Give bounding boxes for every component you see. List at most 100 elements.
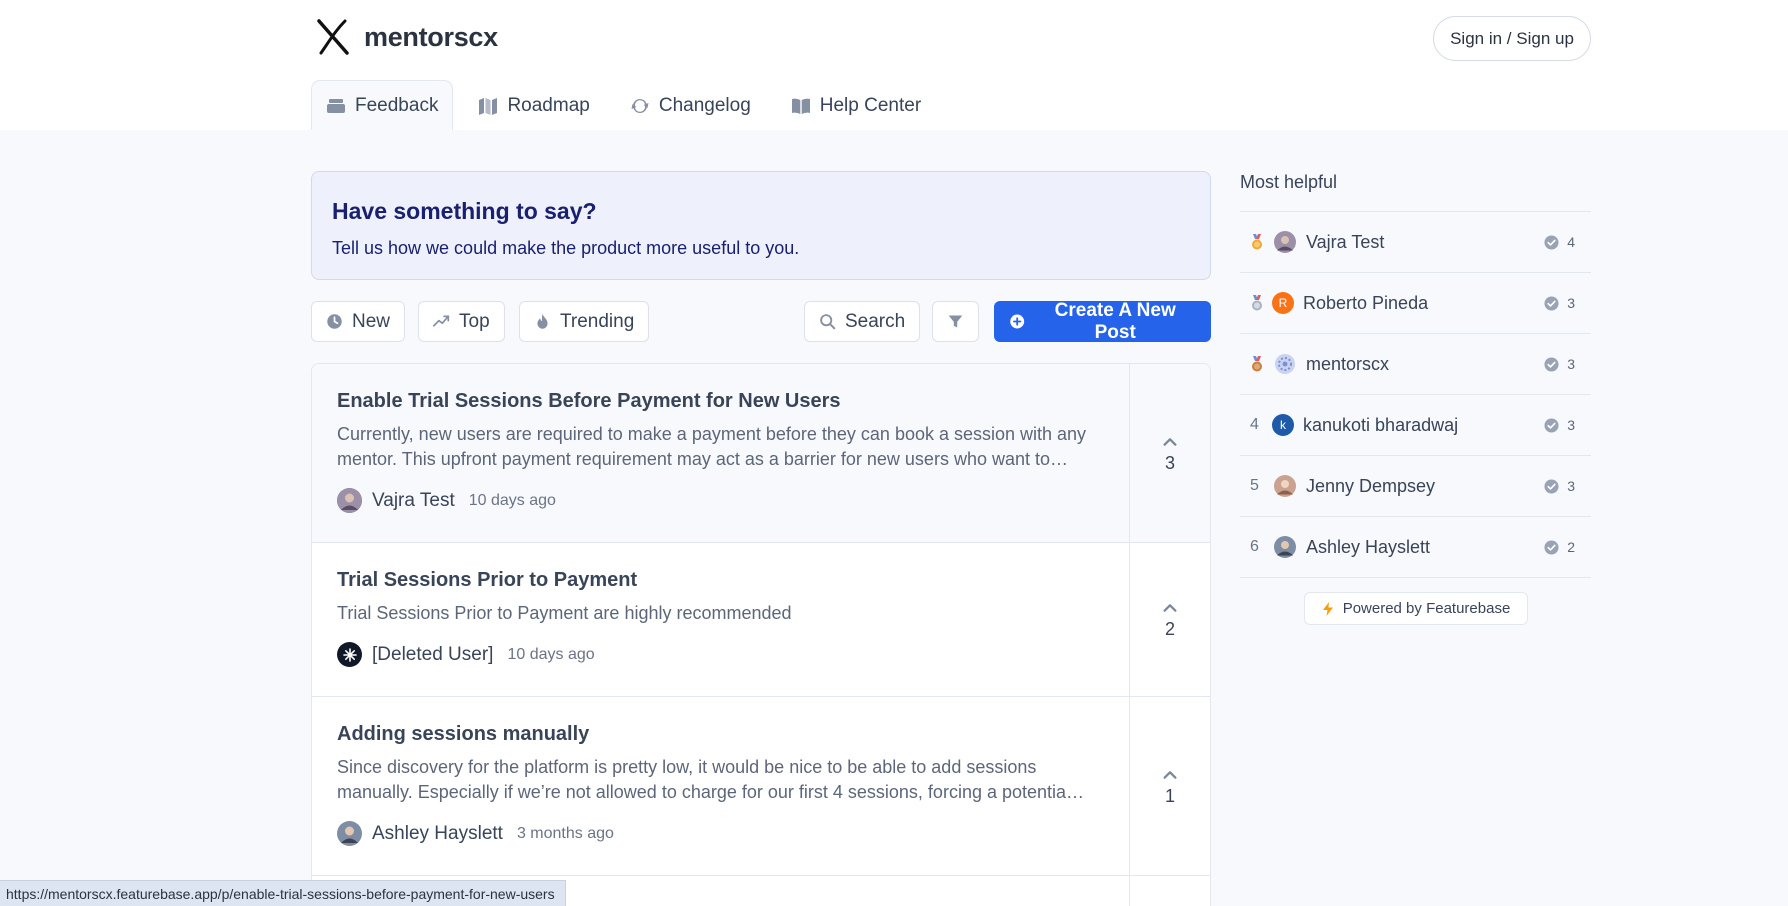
- silver-medal-icon: [1250, 295, 1272, 311]
- tab-help-center[interactable]: Help Center: [776, 80, 936, 130]
- vote-count: 2: [1164, 619, 1175, 639]
- sign-in-button[interactable]: Sign in / Sign up: [1433, 16, 1591, 61]
- post-item[interactable]: Trial Sessions Prior to Payment Trial Se…: [312, 543, 1210, 697]
- search-icon: [820, 314, 836, 330]
- avatar: [1272, 474, 1297, 499]
- post-item[interactable]: Enable Trial Sessions Before Payment for…: [312, 364, 1210, 543]
- score-value: 3: [1567, 417, 1575, 433]
- rank-number: 4: [1250, 416, 1259, 433]
- leader-name: kanukoti bharadwaj: [1303, 414, 1459, 435]
- sort-top-label: Top: [459, 310, 490, 332]
- leaderboard-list: Vajra Test 4 R Roberto Pineda 3 mentorsc…: [1240, 211, 1591, 578]
- leaderboard-item[interactable]: 4 k kanukoti bharadwaj 3: [1240, 395, 1591, 456]
- sort-trending-label: Trending: [560, 310, 635, 332]
- tab-changelog[interactable]: Changelog: [615, 80, 766, 130]
- sort-new-button[interactable]: New: [311, 301, 406, 342]
- leaderboard-item[interactable]: 5 Jenny Dempsey 3: [1240, 456, 1591, 517]
- powered-by-link[interactable]: Powered by Featurebase: [1303, 592, 1528, 625]
- avatar: [337, 821, 362, 846]
- post-description: Trial Sessions Prior to Payment are high…: [337, 603, 792, 623]
- plus-circle-icon: [1010, 314, 1025, 329]
- changelog-icon: [631, 98, 649, 113]
- post-author[interactable]: [Deleted User]: [372, 644, 493, 666]
- leader-name: Vajra Test: [1306, 231, 1385, 252]
- create-post-button[interactable]: Create A New Post: [994, 299, 1211, 343]
- leader-score: 2: [1544, 539, 1575, 555]
- avatar-initial: R: [1278, 296, 1288, 310]
- leaderboard-item[interactable]: Vajra Test 4: [1240, 212, 1591, 273]
- post-description: Currently, new users are required to mak…: [337, 424, 1087, 469]
- site-header: mentorscx Sign in / Sign up Feedback Roa…: [0, 0, 1788, 130]
- feedback-prompt-card: Have something to say? Tell us how we co…: [311, 171, 1211, 280]
- filter-icon: [948, 315, 963, 328]
- post-meta: Ashley Hayslett 3 months ago: [337, 821, 1112, 846]
- brand[interactable]: mentorscx: [314, 18, 498, 56]
- tab-feedback[interactable]: Feedback: [311, 80, 454, 130]
- vote-count: 3: [1164, 452, 1175, 473]
- deleted-user-avatar: [337, 642, 362, 667]
- upvote-button[interactable]: 1: [1129, 697, 1210, 875]
- avatar-initial: k: [1280, 418, 1286, 432]
- upvote-button[interactable]: 3: [1129, 364, 1210, 542]
- post-item[interactable]: Adding sessions manually Since discovery…: [312, 697, 1210, 876]
- prompt-subtitle: Tell us how we could make the product mo…: [332, 238, 800, 258]
- post-title[interactable]: Trial Sessions Prior to Payment: [337, 569, 1112, 592]
- avatar: [1272, 230, 1297, 255]
- chevron-up-icon: [1163, 604, 1177, 612]
- post-list: Enable Trial Sessions Before Payment for…: [311, 363, 1211, 906]
- leader-name: mentorscx: [1306, 353, 1390, 374]
- post-title[interactable]: Adding sessions manually: [337, 723, 1112, 746]
- upvote-column: [1129, 876, 1210, 906]
- post-author[interactable]: Ashley Hayslett: [372, 823, 503, 845]
- help-book-icon: [791, 98, 810, 114]
- post-time: 10 days ago: [507, 645, 595, 663]
- avatar: [1272, 352, 1297, 377]
- score-value: 3: [1567, 356, 1575, 372]
- leaderboard-item[interactable]: R Roberto Pineda 3: [1240, 273, 1591, 334]
- post-meta: [Deleted User] 10 days ago: [337, 642, 1112, 667]
- post-author[interactable]: Vajra Test: [372, 490, 455, 512]
- avatar: [1272, 535, 1297, 560]
- feedback-icon: [327, 98, 345, 113]
- leaderboard-sidebar: Most helpful Vajra Test 4 R Roberto Pine…: [1240, 172, 1591, 625]
- tab-roadmap[interactable]: Roadmap: [463, 80, 604, 130]
- check-badge-icon: [1544, 539, 1559, 555]
- upvote-button[interactable]: 2: [1129, 543, 1210, 696]
- filter-button[interactable]: [932, 301, 979, 342]
- sort-top-button[interactable]: Top: [418, 301, 505, 342]
- avatar: [337, 488, 362, 513]
- chevron-up-icon: [1163, 770, 1177, 779]
- post-time: 10 days ago: [468, 491, 556, 509]
- lightning-icon: [1322, 601, 1333, 616]
- leader-score: 3: [1544, 295, 1575, 311]
- roadmap-icon: [479, 97, 498, 115]
- post-title[interactable]: Enable Trial Sessions Before Payment for…: [337, 390, 1112, 413]
- sort-trending-button[interactable]: Trending: [519, 301, 650, 342]
- main-nav: Feedback Roadmap Changelog Help Center: [311, 80, 946, 130]
- post-toolbar: New Top Trending Search Create A New Pos…: [311, 299, 1211, 343]
- check-badge-icon: [1544, 417, 1559, 433]
- score-value: 3: [1567, 295, 1575, 311]
- tab-label: Help Center: [819, 94, 922, 116]
- tab-label: Feedback: [355, 94, 439, 116]
- search-label: Search: [845, 310, 906, 332]
- post-time: 3 months ago: [516, 824, 614, 842]
- create-post-label: Create A New Post: [1054, 299, 1176, 343]
- brand-name: mentorscx: [364, 21, 498, 52]
- powered-by-label: Powered by Featurebase: [1342, 600, 1511, 617]
- tab-label: Roadmap: [507, 94, 590, 116]
- prompt-title: Have something to say?: [332, 198, 597, 224]
- check-badge-icon: [1544, 356, 1559, 372]
- leader-score: 4: [1544, 234, 1575, 250]
- trending-up-icon: [433, 315, 450, 327]
- clock-icon: [327, 314, 342, 329]
- score-value: 4: [1567, 234, 1575, 250]
- leader-score: 3: [1544, 478, 1575, 494]
- score-value: 3: [1567, 478, 1575, 494]
- leaderboard-item[interactable]: 6 Ashley Hayslett 2: [1240, 517, 1591, 578]
- leaderboard-item[interactable]: mentorscx 3: [1240, 334, 1591, 395]
- tab-label: Changelog: [658, 94, 751, 116]
- score-value: 2: [1567, 539, 1575, 555]
- search-button[interactable]: Search: [804, 301, 921, 342]
- gold-medal-icon: [1250, 234, 1272, 250]
